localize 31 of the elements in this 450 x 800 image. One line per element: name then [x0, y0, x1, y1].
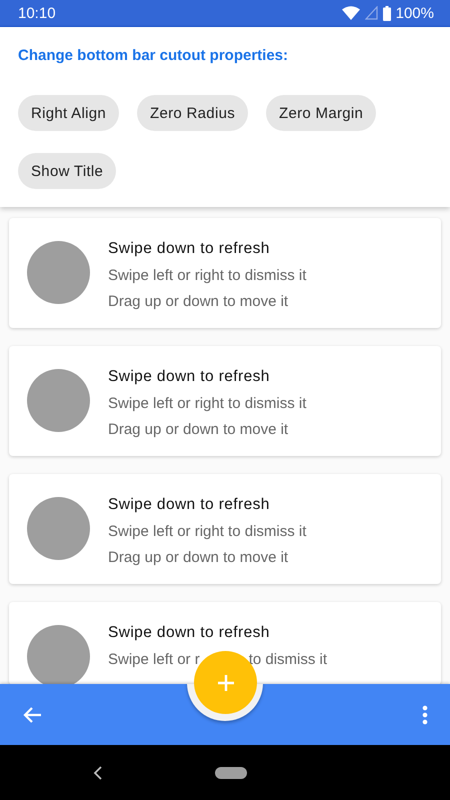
panel-title: Change bottom bar cutout properties:: [18, 47, 289, 64]
card-text: Swipe left or right to dismiss it: [108, 523, 306, 540]
list-card[interactable]: Swipe down to refresh Swipe left or right to dismiss it Drag up or down to move it: [9, 218, 441, 328]
card-text: Drag up or down to move it: [108, 293, 288, 310]
option-chip[interactable]: Zero Radius: [137, 95, 248, 131]
card-title: Swipe down to refresh: [108, 624, 271, 642]
battery-level: 100%: [396, 4, 434, 22]
option-chip[interactable]: Show Title: [18, 153, 116, 189]
clock: 10:10: [18, 4, 56, 22]
card-title: Swipe down to refresh: [108, 496, 271, 514]
plus-icon: [216, 674, 234, 692]
card-text: Swipe left or r: [108, 651, 200, 668]
list-card[interactable]: Swipe down to refresh Swipe left or right to dismiss it Drag up or down to move it: [9, 474, 441, 584]
home-pill[interactable]: [215, 766, 247, 778]
signal-icon: [364, 6, 378, 20]
card-text: Drag up or down to move it: [108, 421, 288, 438]
card-text: Swipe left or right to dismiss it: [108, 395, 306, 412]
option-chip[interactable]: Zero Margin: [266, 95, 376, 131]
card-text: Drag up or down to move it: [108, 549, 288, 566]
card-title: Swipe down to refresh: [108, 368, 271, 386]
back-arrow-icon[interactable]: [22, 706, 42, 724]
option-chip[interactable]: Right Align: [18, 95, 120, 131]
back-icon[interactable]: [93, 766, 103, 780]
card-text: Swipe left or right to dismiss it: [108, 267, 306, 284]
card-text: to dismiss it: [248, 651, 328, 668]
card-title: Swipe down to refresh: [108, 240, 271, 258]
wifi-icon: [342, 6, 360, 20]
more-icon[interactable]: [422, 704, 428, 724]
list-card[interactable]: Swipe down to refresh Swipe left or r to dismiss it: [9, 602, 441, 685]
battery-icon: [382, 6, 391, 20]
list-card[interactable]: Swipe down to refresh Swipe left or right to dismiss it Drag up or down to move it: [9, 346, 441, 456]
